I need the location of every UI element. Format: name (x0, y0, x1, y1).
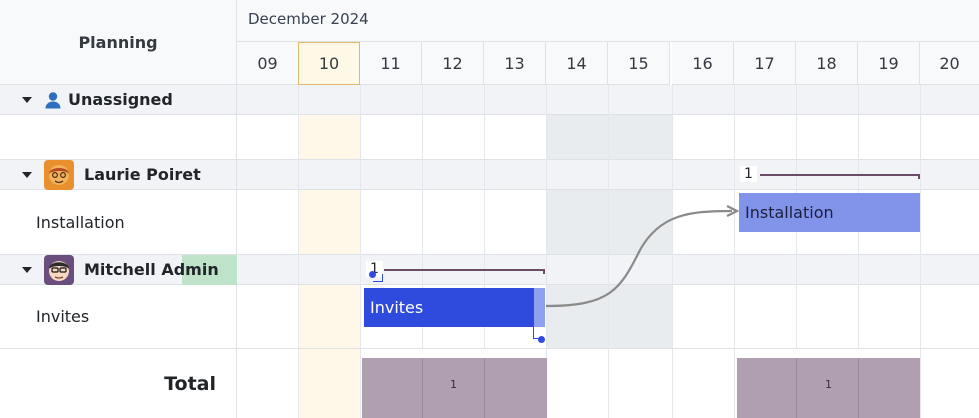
total-value: 1 (825, 378, 832, 391)
total-label: Total (0, 349, 237, 418)
total-value: 1 (450, 378, 457, 391)
gantt-view: Planning December 2024 09 10 11 12 13 14… (0, 0, 979, 418)
